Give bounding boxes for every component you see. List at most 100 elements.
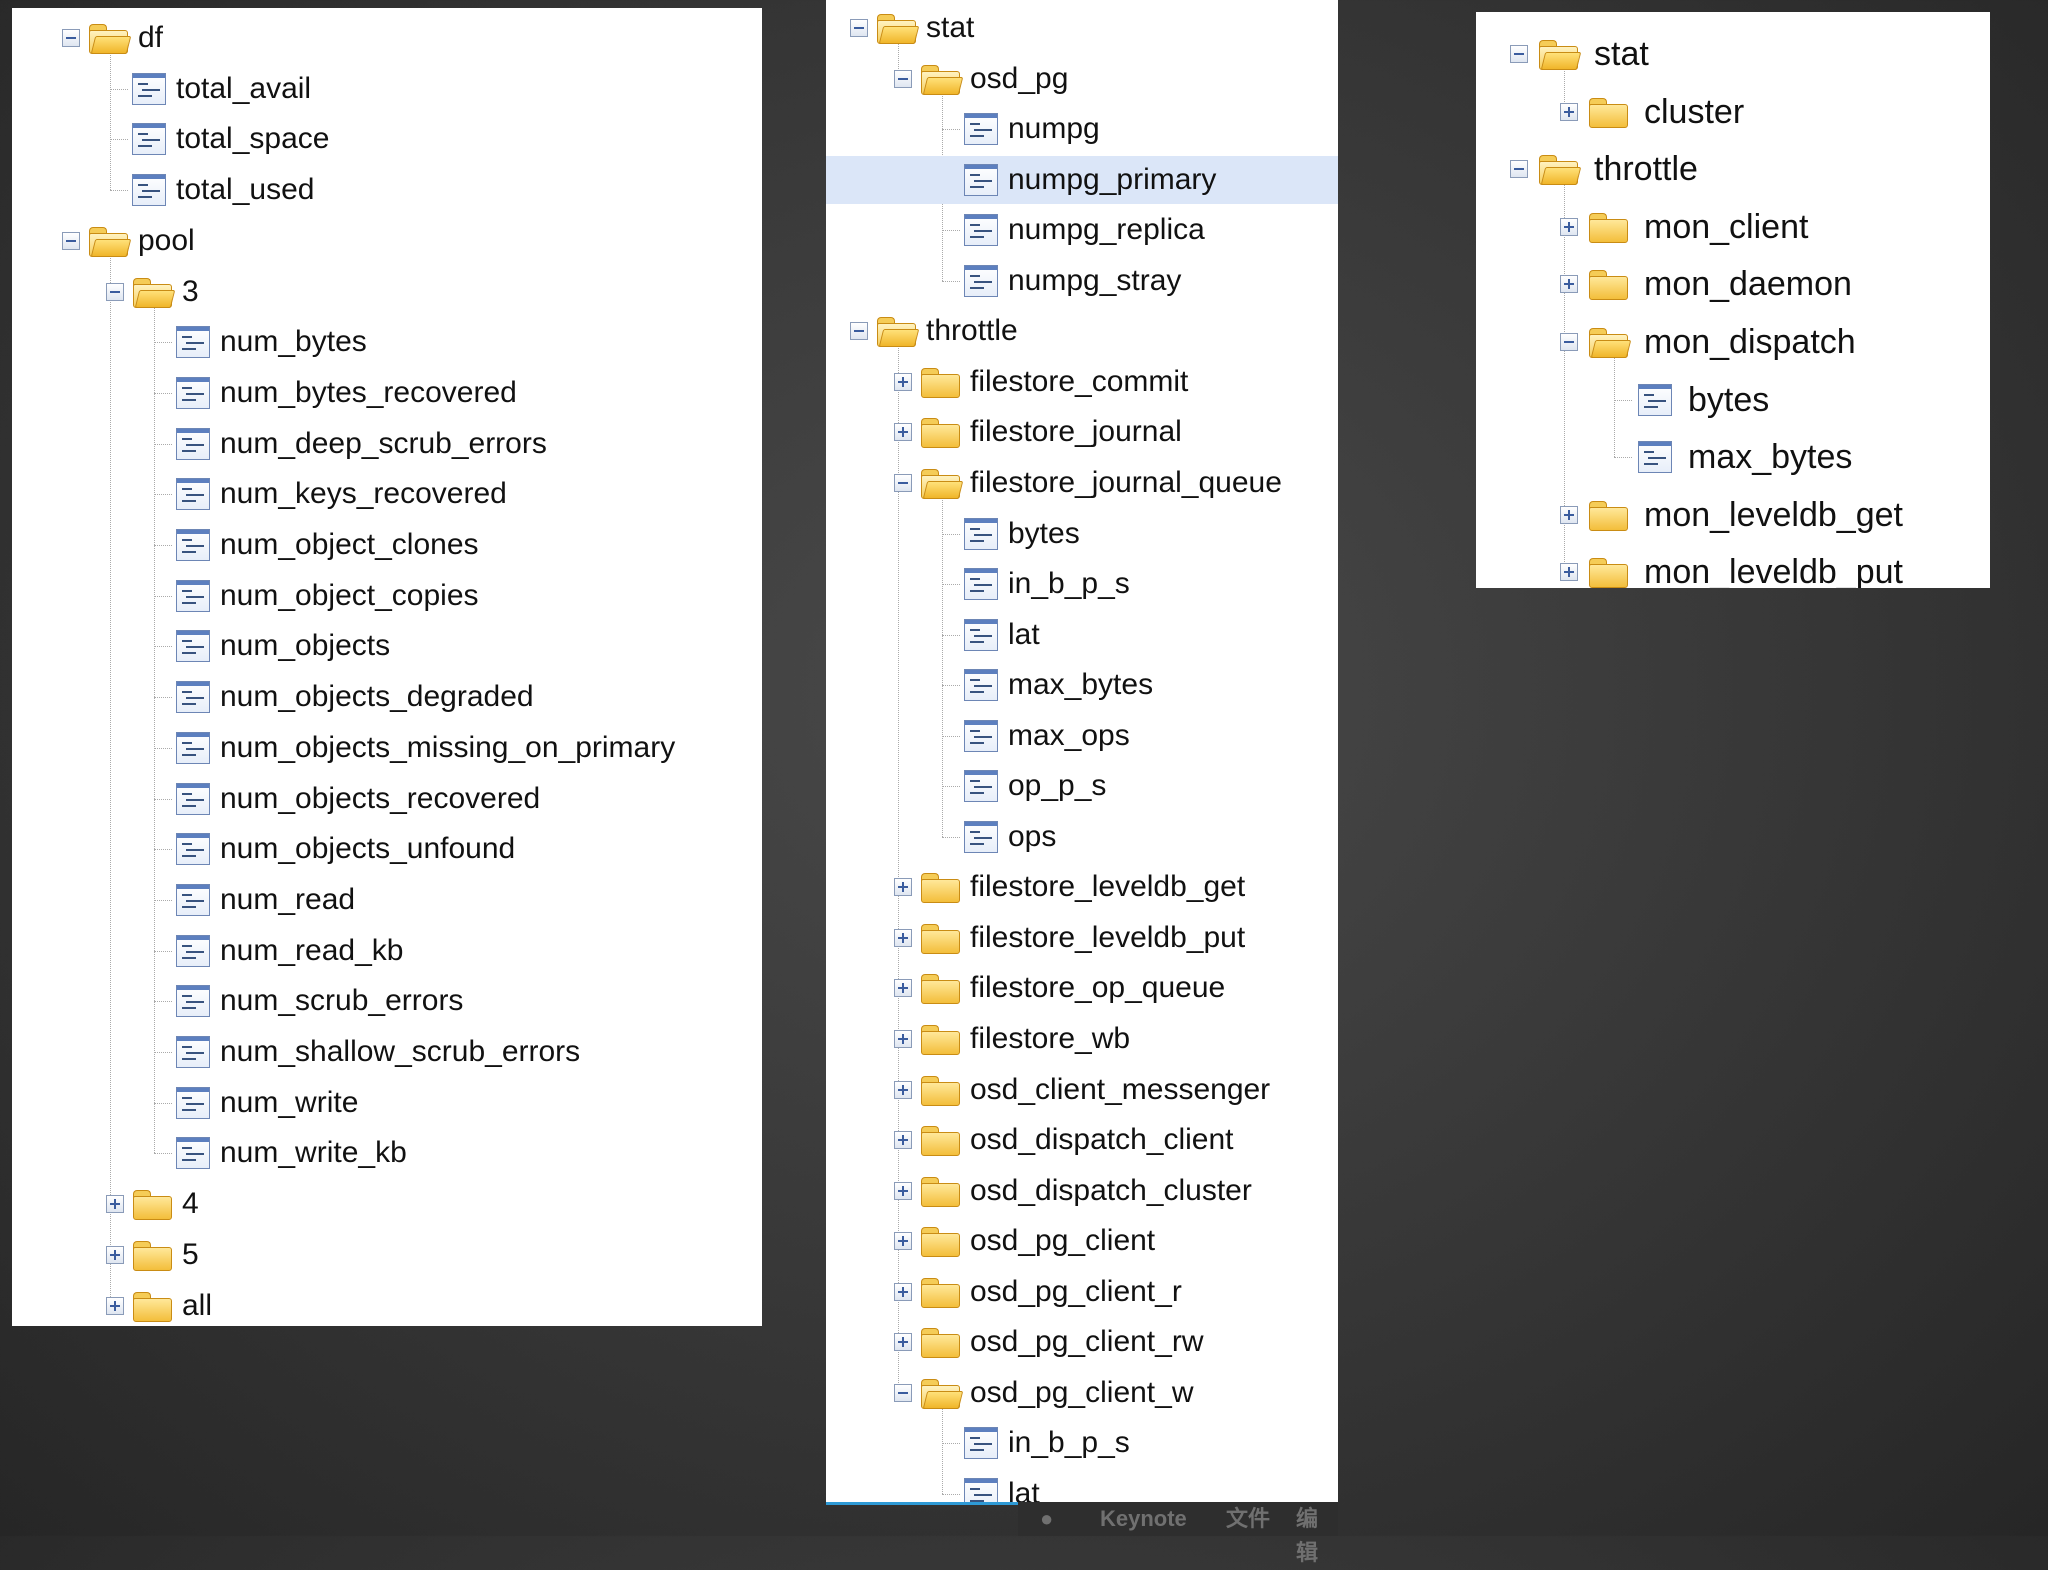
tree-node-num-objects-degraded[interactable]: num_objects_degraded (12, 673, 762, 721)
tree-node-num-objects-unfound[interactable]: num_objects_unfound (12, 825, 762, 873)
tree-node-num-write[interactable]: num_write (12, 1079, 762, 1127)
tree-node-mon-client[interactable]: mon_client (1476, 203, 1990, 251)
tree-node-mon-dispatch[interactable]: mon_dispatch (1476, 318, 1990, 366)
tree-node-num-objects[interactable]: num_objects (12, 622, 762, 670)
tree-node-pool[interactable]: pool (12, 217, 762, 265)
tree-node-max-bytes[interactable]: max_bytes (826, 661, 1338, 709)
tree-node-num-deep-scrub-errors[interactable]: num_deep_scrub_errors (12, 420, 762, 468)
expand-plus-icon[interactable] (1560, 563, 1578, 582)
expand-plus-icon[interactable] (106, 1296, 124, 1315)
tree-node-throttle[interactable]: throttle (1476, 145, 1990, 193)
tree-node-mon-leveldb-put[interactable]: mon_leveldb_put (1476, 548, 1990, 588)
tree-node-filestore-leveldb-put[interactable]: filestore_leveldb_put (826, 914, 1338, 962)
tree-node-osd-pg[interactable]: osd_pg (826, 55, 1338, 103)
menu-edit[interactable]: 编辑 (1296, 1502, 1338, 1570)
tree-node-osd-dispatch-client[interactable]: osd_dispatch_client (826, 1116, 1338, 1164)
tree-node-num-read[interactable]: num_read (12, 876, 762, 924)
tree-node-numpg[interactable]: numpg (826, 105, 1338, 153)
expand-plus-icon[interactable] (894, 372, 912, 391)
tree-node-num-keys-recovered[interactable]: num_keys_recovered (12, 470, 762, 518)
tree-node-num-objects-missing-on-primary[interactable]: num_objects_missing_on_primary (12, 724, 762, 772)
tree-node-stat[interactable]: stat (826, 4, 1338, 52)
expand-plus-icon[interactable] (1560, 102, 1578, 121)
tree-node-filestore-leveldb-get[interactable]: filestore_leveldb_get (826, 863, 1338, 911)
menu-app-name[interactable]: Keynote (1100, 1502, 1187, 1536)
tree-node-osd-pg-client-r[interactable]: osd_pg_client_r (826, 1268, 1338, 1316)
tree-node-filestore-journal[interactable]: filestore_journal (826, 408, 1338, 456)
menu-file[interactable]: 文件 (1226, 1502, 1270, 1536)
tree-node-bytes[interactable]: bytes (826, 510, 1338, 558)
collapse-minus-icon[interactable] (894, 473, 912, 492)
tree-node-cluster[interactable]: cluster (1476, 88, 1990, 136)
tree-node-max-ops[interactable]: max_ops (826, 712, 1338, 760)
expand-plus-icon[interactable] (106, 1245, 124, 1264)
collapse-minus-icon[interactable] (850, 322, 868, 341)
tree-node-4[interactable]: 4 (12, 1180, 762, 1228)
tree-node-filestore-commit[interactable]: filestore_commit (826, 358, 1338, 406)
tree-node-max-bytes[interactable]: max_bytes (1476, 433, 1990, 481)
expand-plus-icon[interactable] (894, 928, 912, 947)
expand-plus-icon[interactable] (894, 1232, 912, 1251)
expand-plus-icon[interactable] (894, 878, 912, 897)
tree-node-filestore-wb[interactable]: filestore_wb (826, 1015, 1338, 1063)
tree-node-osd-pg-client-w[interactable]: osd_pg_client_w (826, 1369, 1338, 1417)
expand-plus-icon[interactable] (894, 1282, 912, 1301)
tree-node-num-object-clones[interactable]: num_object_clones (12, 521, 762, 569)
tree-node-lat[interactable]: lat (826, 611, 1338, 659)
tree-node-filestore-journal-queue[interactable]: filestore_journal_queue (826, 459, 1338, 507)
collapse-minus-icon[interactable] (62, 231, 80, 250)
tree-node-5[interactable]: 5 (12, 1231, 762, 1279)
expand-plus-icon[interactable] (894, 1333, 912, 1352)
tree-node-total-avail[interactable]: total_avail (12, 65, 762, 113)
expand-plus-icon[interactable] (1560, 505, 1578, 524)
tree-node-numpg-stray[interactable]: numpg_stray (826, 257, 1338, 305)
collapse-minus-icon[interactable] (1510, 160, 1528, 179)
collapse-minus-icon[interactable] (62, 29, 80, 47)
expand-plus-icon[interactable] (894, 1030, 912, 1048)
tree-node-numpg-primary[interactable]: numpg_primary (826, 155, 1338, 204)
collapse-minus-icon[interactable] (1560, 333, 1578, 351)
tree-node-num-write-kb[interactable]: num_write_kb (12, 1129, 762, 1177)
tree-node-throttle[interactable]: throttle (826, 307, 1338, 355)
expand-plus-icon[interactable] (894, 1181, 912, 1200)
tree-node-bytes[interactable]: bytes (1476, 376, 1990, 424)
tree-node-stat[interactable]: stat (1476, 30, 1990, 78)
tree-node-filestore-op-queue[interactable]: filestore_op_queue (826, 964, 1338, 1012)
expand-plus-icon[interactable] (106, 1195, 124, 1214)
expand-plus-icon[interactable] (894, 423, 912, 442)
tree-node-mon-daemon[interactable]: mon_daemon (1476, 260, 1990, 308)
expand-plus-icon[interactable] (894, 1131, 912, 1150)
tree-node-op-p-s[interactable]: op_p_s (826, 762, 1338, 810)
expand-plus-icon[interactable] (894, 979, 912, 998)
tree-node-in-b-p-s[interactable]: in_b_p_s (826, 560, 1338, 608)
expand-plus-icon[interactable] (1560, 217, 1578, 236)
apple-icon[interactable]: ● (1040, 1502, 1053, 1536)
tree-node-mon-leveldb-get[interactable]: mon_leveldb_get (1476, 491, 1990, 539)
tree-node-num-objects-recovered[interactable]: num_objects_recovered (12, 775, 762, 823)
collapse-minus-icon[interactable] (894, 69, 912, 88)
collapse-minus-icon[interactable] (894, 1383, 912, 1402)
tree-node-in-b-p-s[interactable]: in_b_p_s (826, 1419, 1338, 1467)
tree-node-osd-pg-client[interactable]: osd_pg_client (826, 1217, 1338, 1265)
collapse-minus-icon[interactable] (106, 282, 124, 301)
expand-plus-icon[interactable] (894, 1080, 912, 1099)
tree-node-num-bytes[interactable]: num_bytes (12, 318, 762, 366)
tree-node-osd-pg-client-rw[interactable]: osd_pg_client_rw (826, 1318, 1338, 1366)
tree-node-ops[interactable]: ops (826, 813, 1338, 861)
tree-node-osd-client-messenger[interactable]: osd_client_messenger (826, 1066, 1338, 1114)
tree-node-num-scrub-errors[interactable]: num_scrub_errors (12, 977, 762, 1025)
tree-node-3[interactable]: 3 (12, 268, 762, 316)
tree-node-df[interactable]: df (12, 14, 762, 62)
collapse-minus-icon[interactable] (850, 19, 868, 37)
expand-plus-icon[interactable] (1560, 275, 1578, 294)
tree-node-numpg-replica[interactable]: numpg_replica (826, 206, 1338, 254)
collapse-minus-icon[interactable] (1510, 45, 1528, 63)
tree-node-num-bytes-recovered[interactable]: num_bytes_recovered (12, 369, 762, 417)
tree-node-lat[interactable]: lat (826, 1470, 1338, 1502)
tree-node-total-space[interactable]: total_space (12, 115, 762, 163)
tree-node-osd-dispatch-cluster[interactable]: osd_dispatch_cluster (826, 1167, 1338, 1215)
tree-node-num-shallow-scrub-errors[interactable]: num_shallow_scrub_errors (12, 1028, 762, 1076)
tree-node-total-used[interactable]: total_used (12, 166, 762, 214)
tree-node-num-object-copies[interactable]: num_object_copies (12, 572, 762, 620)
tree-node-all[interactable]: all (12, 1282, 762, 1327)
